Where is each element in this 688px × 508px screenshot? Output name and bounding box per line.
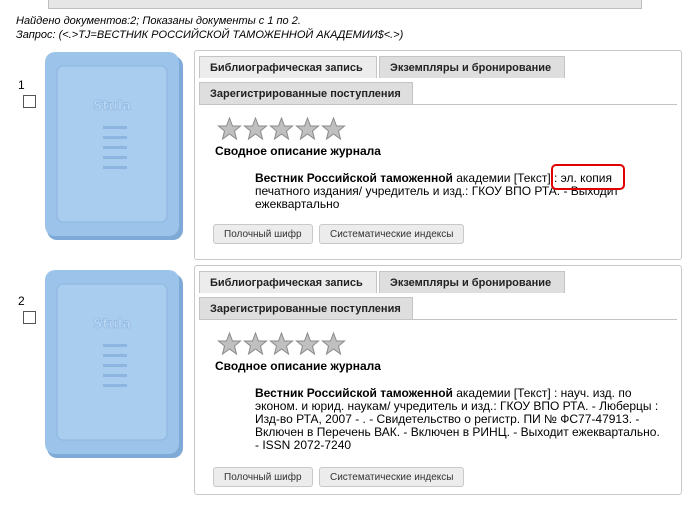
found-count-text: Найдено документов:2; Показаны документы… xyxy=(16,15,301,27)
rating-stars[interactable] xyxy=(217,117,346,141)
tab-bibliographic-record[interactable]: Библиографическая запись xyxy=(199,271,377,293)
record-select-checkbox[interactable] xyxy=(23,311,36,324)
record-title-bold: Вестник Российской таможенной xyxy=(255,386,453,400)
query-text: Запрос: (<.>TJ=ВЕСТНИК РОССИЙСКОЙ ТАМОЖЕ… xyxy=(16,29,404,41)
shelf-code-button[interactable]: Полочный шифр xyxy=(213,224,313,244)
star-icon[interactable] xyxy=(295,117,320,141)
record-title-bold: Вестник Российской таможенной xyxy=(255,171,453,185)
cover-logo-text: Stula xyxy=(93,99,131,114)
search-summary: Найдено документов:2; Показаны документы… xyxy=(16,14,403,42)
systematic-indexes-button[interactable]: Систематические индексы xyxy=(319,467,465,487)
record-type-title: Сводное описание журнала xyxy=(215,359,381,373)
rating-stars[interactable] xyxy=(217,332,346,356)
shelf-code-button[interactable]: Полочный шифр xyxy=(213,467,313,487)
star-icon[interactable] xyxy=(243,332,268,356)
star-icon[interactable] xyxy=(243,117,268,141)
star-icon[interactable] xyxy=(269,117,294,141)
record-description: Вестник Российской таможенной академии [… xyxy=(255,387,660,452)
record-type-title: Сводное описание журнала xyxy=(215,144,381,158)
star-icon[interactable] xyxy=(321,117,346,141)
journal-cover-image[interactable]: Stula xyxy=(45,270,185,460)
journal-cover-image[interactable]: Stula xyxy=(45,52,185,242)
tab-copies-booking[interactable]: Экземпляры и бронирование xyxy=(379,271,565,293)
star-icon[interactable] xyxy=(217,332,242,356)
systematic-indexes-button[interactable]: Систематические индексы xyxy=(319,224,465,244)
tab-bibliographic-record[interactable]: Библиографическая запись xyxy=(199,56,377,78)
record-panel: Библиографическая запись Экземпляры и бр… xyxy=(194,50,682,260)
record-number: 1 xyxy=(18,78,25,92)
star-icon[interactable] xyxy=(217,117,242,141)
top-toolbar-bar xyxy=(48,0,642,9)
star-icon[interactable] xyxy=(269,332,294,356)
star-icon[interactable] xyxy=(321,332,346,356)
tab-registered-receipts[interactable]: Зарегистрированные поступления xyxy=(199,297,413,319)
record-panel: Библиографическая запись Экземпляры и бр… xyxy=(194,265,682,495)
tab-registered-receipts[interactable]: Зарегистрированные поступления xyxy=(199,82,413,104)
record-number: 2 xyxy=(18,294,25,308)
record-select-checkbox[interactable] xyxy=(23,95,36,108)
cover-logo-text: Stula xyxy=(93,317,131,332)
star-icon[interactable] xyxy=(295,332,320,356)
tab-copies-booking[interactable]: Экземпляры и бронирование xyxy=(379,56,565,78)
highlight-box xyxy=(551,164,625,190)
